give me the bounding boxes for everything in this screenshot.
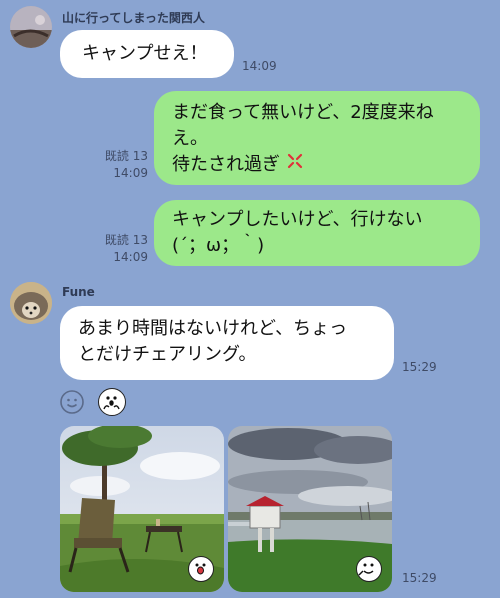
read-receipt: 既読 13 [104, 233, 148, 247]
message-text-line: とだけチェアリング。 [78, 344, 257, 365]
message-meta: 既読 13 14:09 [90, 232, 148, 266]
avatar[interactable] [10, 6, 52, 48]
message-bubble: まだ食って無いけど、2度度来ね え。 待たされ過ぎ [154, 91, 480, 185]
angry-icon [286, 152, 304, 178]
add-reaction-icon[interactable] [59, 389, 85, 415]
reaction-sticker-icon[interactable] [188, 556, 214, 582]
read-receipt: 既読 13 [104, 149, 148, 163]
message-text-line: え。 [172, 128, 208, 149]
message-bubble: キャンプせえ！ [60, 30, 234, 78]
message-bubble: キャンプしたいけど、行けない (´；ω；｀) [154, 200, 480, 266]
message-text-line: キャンプしたいけど、行けない [172, 209, 423, 230]
reaction-sticker-icon[interactable] [356, 556, 382, 582]
message-text: キャンプせえ！ [82, 43, 208, 64]
message-time: 15:29 [402, 360, 437, 374]
reaction-sticker-icon[interactable] [98, 388, 126, 416]
message-text-line: まだ食って無いけど、2度度来ね [172, 102, 434, 123]
sender-name: 山に行ってしまった関西人 [62, 11, 205, 25]
avatar[interactable] [10, 282, 52, 324]
message-text-line: (´；ω；｀) [172, 235, 265, 256]
message-text-line: あまり時間はないけれど、ちょっ [78, 318, 348, 339]
photo-chair-meadow[interactable] [60, 426, 224, 592]
message-time: 14:09 [113, 166, 148, 180]
message-meta: 既読 13 14:09 [90, 148, 148, 182]
photo-river-tower[interactable] [228, 426, 392, 592]
sender-name: Fune [62, 285, 95, 299]
message-time: 14:09 [113, 250, 148, 264]
message-time: 15:29 [402, 571, 437, 585]
message-time: 14:09 [242, 59, 277, 73]
message-text-line: 待たされ過ぎ [172, 154, 280, 175]
message-bubble: あまり時間はないけれど、ちょっ とだけチェアリング。 [60, 306, 394, 380]
